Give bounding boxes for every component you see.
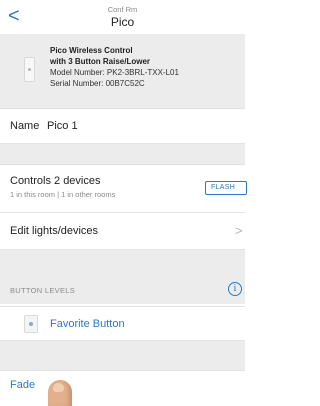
- page-title: Pico: [110, 15, 135, 29]
- section-divider: [0, 341, 245, 370]
- name-row[interactable]: Name Pico 1: [0, 108, 245, 144]
- favorite-button-row[interactable]: Favorite Button: [0, 306, 245, 341]
- button-thumbnail-icon: [24, 315, 38, 333]
- controls-title: Controls 2 devices: [10, 175, 101, 187]
- section-divider: [0, 144, 245, 164]
- info-icon[interactable]: i: [228, 282, 242, 296]
- fade-row[interactable]: Fade: [0, 370, 245, 406]
- device-info-card: Pico Wireless Control with 3 Button Rais…: [0, 34, 245, 108]
- controls-row[interactable]: Controls 2 devices 1 in this room | 1 in…: [0, 164, 247, 204]
- room-subtitle: Conf Rm: [107, 5, 138, 14]
- favorite-button-label: Favorite Button: [50, 318, 125, 330]
- button-levels-header: BUTTON LEVELS i: [0, 276, 245, 304]
- flash-button[interactable]: FLASH: [205, 181, 247, 195]
- nav-header: < Conf Rm Pico: [0, 0, 245, 34]
- button-levels-label: BUTTON LEVELS: [10, 286, 76, 295]
- controls-subtitle: 1 in this room | 1 in other rooms: [10, 190, 116, 199]
- pico-remote-icon: [24, 57, 35, 82]
- name-label: Name: [10, 120, 40, 132]
- section-divider: [0, 250, 245, 276]
- device-name-line1: Pico Wireless Control: [50, 46, 133, 55]
- edit-devices-label: Edit lights/devices: [10, 225, 99, 237]
- model-number: Model Number: PK2-3BRL-TXX-L01: [50, 68, 179, 77]
- serial-number: Serial Number: 00B7C52C: [50, 79, 145, 88]
- edit-devices-row[interactable]: Edit lights/devices >: [0, 212, 245, 250]
- fade-label: Fade: [10, 379, 36, 391]
- chevron-right-icon: >: [235, 223, 243, 238]
- device-name-line2: with 3 Button Raise/Lower: [50, 57, 151, 66]
- finger-pointer-icon: [48, 380, 72, 406]
- name-field[interactable]: Pico 1: [47, 120, 78, 132]
